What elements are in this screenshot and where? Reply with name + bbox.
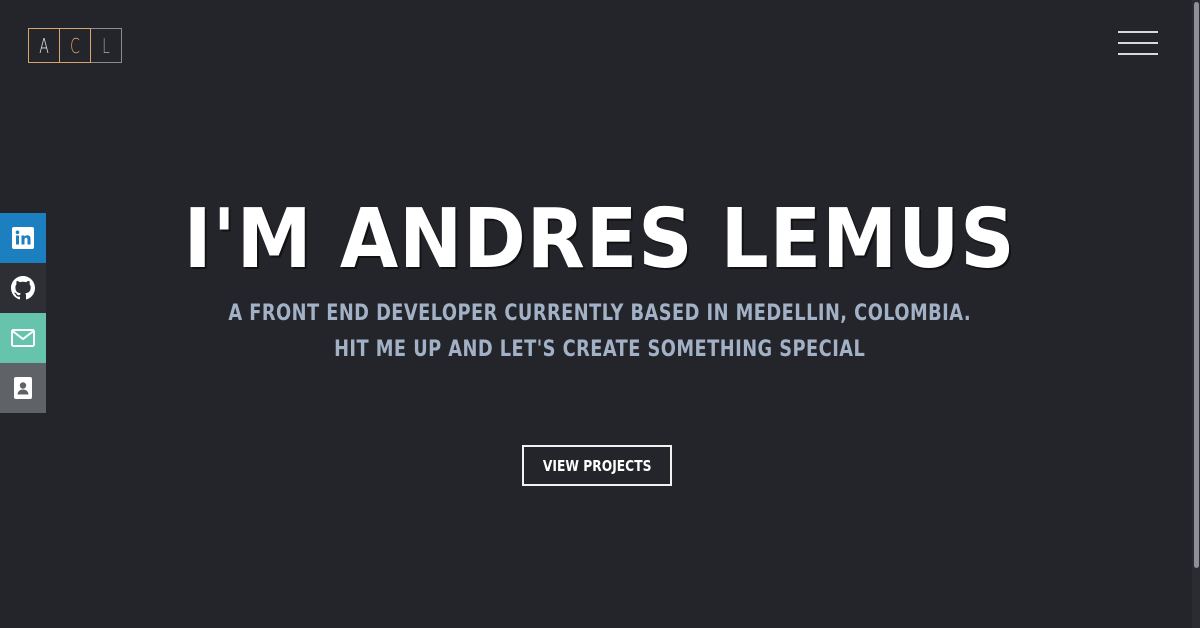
hero-subtitle-line2: HIT ME UP AND LET'S CREATE SOMETHING SPE… [334,337,866,362]
hamburger-menu-icon[interactable] [1118,31,1158,55]
logo-letter-a: A [39,33,49,58]
social-sidebar [0,213,46,413]
hamburger-bar [1118,31,1158,33]
logo[interactable]: A C L [28,28,122,63]
scrollbar[interactable] [1192,0,1200,628]
email-link[interactable] [0,313,46,363]
mail-icon [11,329,35,347]
page: A C L I'M ANDRES LEMUS A FRONT END DEVEL… [0,0,1200,628]
contact-card-icon [14,377,32,399]
contact-link[interactable] [0,363,46,413]
view-projects-button[interactable]: VIEW PROJECTS [522,445,672,486]
hamburger-bar [1118,42,1158,44]
linkedin-link[interactable] [0,213,46,263]
logo-letter-l: L [102,33,110,58]
github-link[interactable] [0,263,46,313]
hero-title: I'M ANDRES LEMUS [183,192,1016,287]
view-projects-label: VIEW PROJECTS [542,456,652,475]
hamburger-bar [1118,53,1158,55]
logo-cell-c: C [60,28,91,63]
github-icon [11,276,35,300]
logo-cell-a: A [28,28,60,63]
logo-cell-l: L [91,28,122,63]
linkedin-icon [12,227,34,249]
hero-subtitle-line1: A FRONT END DEVELOPER CURRENTLY BASED IN… [228,301,972,326]
logo-letter-c: C [70,33,80,58]
scrollbar-thumb[interactable] [1194,2,1199,568]
